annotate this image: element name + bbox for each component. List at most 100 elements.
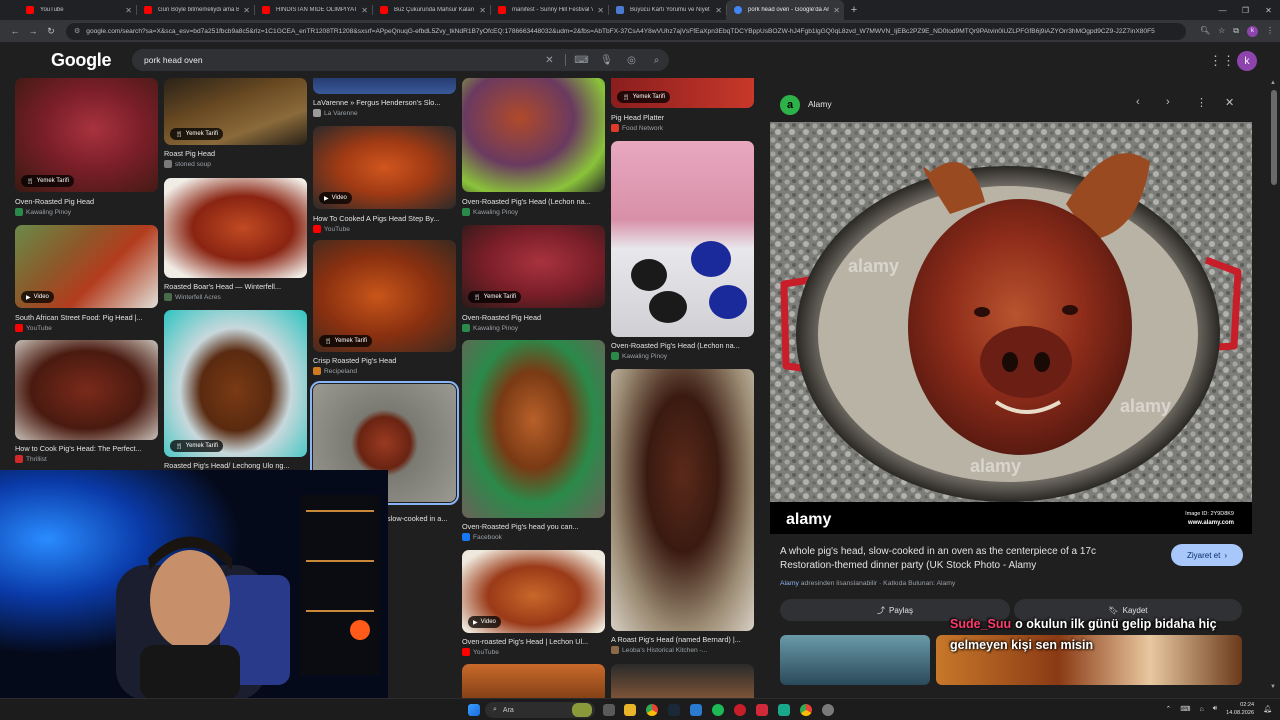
result-title[interactable]: Oven-Roasted Pig's Head (Lechon na... bbox=[462, 197, 605, 206]
avatar[interactable]: k bbox=[1237, 51, 1257, 71]
keyboard-icon[interactable]: ⌨ bbox=[569, 55, 594, 66]
result-title[interactable]: Oven-Roasted Pig Head bbox=[15, 197, 158, 206]
result-source[interactable]: YouTube bbox=[462, 648, 499, 656]
browser-tab[interactable]: manifest - Sunny Hill Festival V ✕ bbox=[490, 0, 608, 20]
tab-close-icon[interactable]: ✕ bbox=[833, 6, 840, 15]
google-logo[interactable]: Google bbox=[51, 50, 112, 71]
preview-site-name[interactable]: Alamy bbox=[808, 99, 832, 109]
scroll-up-icon[interactable]: ▲ bbox=[1270, 80, 1276, 86]
extensions-icon[interactable]: ⧉ bbox=[1233, 26, 1239, 37]
reload-icon[interactable]: ↻ bbox=[42, 26, 60, 37]
result-source[interactable]: Thrillist bbox=[15, 455, 47, 463]
settings-icon[interactable] bbox=[822, 704, 834, 716]
result-title[interactable]: LaVarenne » Fergus Henderson's Slo... bbox=[313, 98, 456, 107]
browser-tab[interactable]: YouTube ✕ bbox=[18, 0, 136, 20]
result-title[interactable]: How To Cooked A Pigs Head Step By... bbox=[313, 214, 456, 223]
app-icon[interactable] bbox=[778, 704, 790, 716]
result-title[interactable]: How to Cook Pig's Head: The Perfect... bbox=[15, 444, 158, 453]
result-thumbnail[interactable] bbox=[313, 78, 456, 94]
result-source[interactable]: stoned soup bbox=[164, 160, 211, 168]
forward-icon[interactable]: → bbox=[24, 26, 42, 36]
close-preview-icon[interactable]: ✕ bbox=[1225, 96, 1234, 109]
result-thumbnail[interactable]: 🍴︎ Yemek Tarifi bbox=[462, 225, 605, 308]
result-title[interactable]: Roasted Boar's Head — Winterfell... bbox=[164, 282, 307, 291]
back-icon[interactable]: ← bbox=[6, 26, 24, 36]
app-icon[interactable] bbox=[756, 704, 768, 716]
page-scrollbar[interactable]: ▲ ▼ bbox=[1268, 78, 1280, 698]
task-view-icon[interactable] bbox=[603, 704, 615, 716]
result-source[interactable]: YouTube bbox=[313, 225, 350, 233]
result-thumbnail[interactable] bbox=[164, 178, 307, 278]
browser-tab[interactable]: Gün Böyle bitmemeliydi ama B ✕ bbox=[136, 0, 254, 20]
result-title[interactable]: Oven-Roasted Pig's head you can... bbox=[462, 522, 605, 531]
visit-button[interactable]: Ziyaret et › bbox=[1171, 544, 1243, 566]
search-icon[interactable]: ⌕ bbox=[644, 55, 669, 66]
result-thumbnail[interactable]: 🍴︎ Yemek Tarifi bbox=[611, 78, 754, 108]
tab-close-icon[interactable]: ✕ bbox=[243, 6, 250, 15]
result-source[interactable]: Winterfell Acres bbox=[164, 293, 221, 301]
preview-image[interactable]: alamy alamy alamy alamy Image ID: 2Y9D8K… bbox=[770, 122, 1252, 534]
language-icon[interactable]: ⌨ bbox=[1180, 705, 1190, 713]
opera-icon[interactable] bbox=[734, 704, 746, 716]
tab-close-icon[interactable]: ✕ bbox=[479, 6, 486, 15]
windows-start-icon[interactable] bbox=[468, 704, 480, 716]
browser-tab[interactable]: Buz Çukurunda Mahsur Kalan D ✕ bbox=[372, 0, 490, 20]
zoom-icon[interactable]: 🔍︎ bbox=[1200, 26, 1210, 37]
result-thumbnail[interactable]: ▶ Video bbox=[313, 126, 456, 209]
result-source[interactable]: Kawaling Pinoy bbox=[462, 324, 518, 332]
scroll-thumb[interactable] bbox=[1271, 90, 1277, 185]
result-thumbnail[interactable]: 🍴︎ Yemek Tarifi bbox=[15, 78, 158, 192]
next-icon[interactable]: › bbox=[1166, 96, 1170, 108]
image-result[interactable]: Oven-Roasted Pig's Head (Lechon na... Ka… bbox=[462, 78, 605, 218]
file-explorer-icon[interactable] bbox=[624, 704, 636, 716]
image-result[interactable] bbox=[462, 664, 605, 698]
image-result[interactable]: Oven-Roasted Pig's head you can... Faceb… bbox=[462, 340, 605, 545]
chrome-icon[interactable] bbox=[646, 704, 658, 716]
lens-icon[interactable]: ◎ bbox=[619, 55, 644, 66]
image-result[interactable]: ▶ Video South African Street Food: Pig He… bbox=[15, 225, 158, 333]
image-result[interactable]: 🍴︎ Yemek Tarifi Oven-Roasted Pig Head Kaw… bbox=[15, 78, 158, 216]
result-source[interactable]: Recipeland bbox=[313, 367, 357, 375]
image-result[interactable]: Roasted Boar's Head — Winterfell... Wint… bbox=[164, 178, 307, 303]
image-result[interactable] bbox=[611, 664, 754, 698]
result-source[interactable]: Leoba's Historical Kitchen -... bbox=[611, 646, 707, 654]
image-caption[interactable]: A whole pig's head, slow-cooked in an ov… bbox=[780, 545, 1150, 573]
image-result[interactable]: 🍴︎ Yemek Tarifi Roasted Pig's Head/ Lecho… bbox=[164, 310, 307, 472]
chrome-icon[interactable] bbox=[800, 704, 812, 716]
clock[interactable]: 02:24 14.08.2026 bbox=[1226, 701, 1254, 717]
related-image[interactable] bbox=[780, 635, 930, 685]
tab-close-icon[interactable]: ✕ bbox=[361, 6, 368, 15]
image-result[interactable]: Oven-Roasted Pig's Head (Lechon na... Ka… bbox=[611, 141, 754, 363]
result-thumbnail[interactable] bbox=[462, 78, 605, 192]
result-source[interactable]: La Varenne bbox=[313, 109, 358, 117]
bookmark-star-icon[interactable]: ☆ bbox=[1218, 26, 1225, 37]
image-result[interactable]: 🍴︎ Yemek Tarifi Pig Head Platter Food Net… bbox=[611, 78, 754, 136]
search-box[interactable]: pork head oven ✕ ⌨ 🎙︎ ◎ ⌕ bbox=[132, 49, 669, 71]
image-result[interactable]: 🍴︎ Yemek Tarifi Oven-Roasted Pig Head Kaw… bbox=[462, 225, 605, 333]
result-source[interactable]: YouTube bbox=[15, 324, 52, 332]
result-title[interactable]: Roasted Pig's Head/ Lechong Ulo ng... bbox=[164, 461, 307, 470]
image-result[interactable]: 🍴︎ Yemek Tarifi Crisp Roasted Pig's Head … bbox=[313, 240, 456, 378]
result-title[interactable]: Oven-Roasted Pig's Head (Lechon na... bbox=[611, 341, 754, 350]
result-source[interactable]: Facebook bbox=[462, 533, 502, 541]
result-title[interactable]: Crisp Roasted Pig's Head bbox=[313, 356, 456, 365]
result-thumbnail[interactable]: ▶ Video bbox=[15, 225, 158, 308]
microphone-icon[interactable]: 🎙︎ bbox=[594, 55, 619, 66]
scroll-down-icon[interactable]: ▼ bbox=[1270, 684, 1276, 690]
vscode-icon[interactable] bbox=[690, 704, 702, 716]
notification-icon[interactable]: 🔔︎ bbox=[1263, 705, 1272, 713]
browser-tab[interactable]: HİNDİSTAN MİDE OLİMPİYATL ✕ bbox=[254, 0, 372, 20]
site-info-icon[interactable]: ⚙ bbox=[74, 27, 80, 35]
image-result[interactable]: A Roast Pig's Head (named Bernard) |... … bbox=[611, 369, 754, 659]
result-thumbnail[interactable] bbox=[462, 664, 605, 698]
network-icon[interactable]: ⌂ bbox=[1199, 706, 1203, 713]
more-options-icon[interactable]: ⋮ bbox=[1196, 96, 1207, 109]
steam-icon[interactable] bbox=[668, 704, 680, 716]
image-result[interactable]: 🍴︎ Yemek Tarifi Roast Pig Head stoned sou… bbox=[164, 78, 307, 170]
tab-close-icon[interactable]: ✕ bbox=[597, 6, 604, 15]
image-result[interactable]: ▶ Video How To Cooked A Pigs Head Step By… bbox=[313, 126, 456, 234]
browser-tab[interactable]: Büyücü Kartı Yorumu ve Niyet L ✕ bbox=[608, 0, 726, 20]
result-thumbnail[interactable] bbox=[462, 340, 605, 518]
chevron-up-icon[interactable]: ⌃ bbox=[1165, 705, 1171, 713]
result-title[interactable]: Pig Head Platter bbox=[611, 113, 754, 122]
